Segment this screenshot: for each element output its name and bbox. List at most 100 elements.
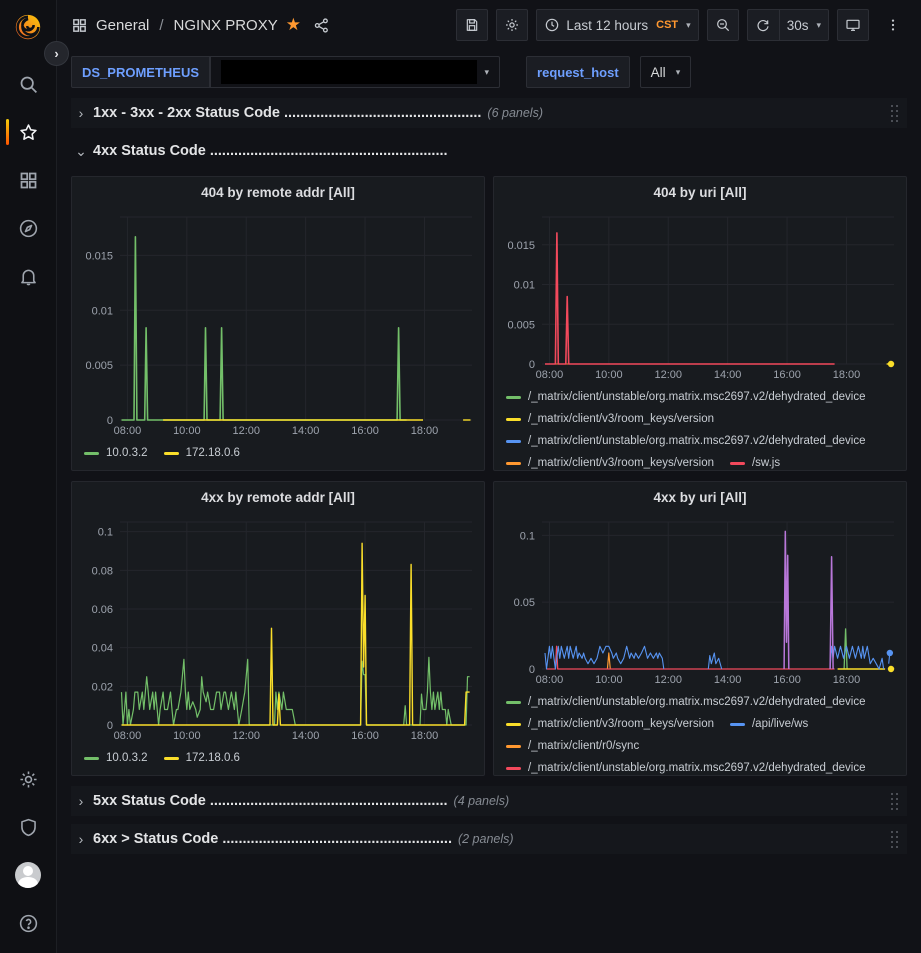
share-icon[interactable] xyxy=(313,17,330,34)
gear-icon xyxy=(504,17,520,33)
sidebar-item-help[interactable] xyxy=(0,899,56,947)
panel-legend: /_matrix/client/unstable/org.matrix.msc2… xyxy=(494,687,906,775)
breadcrumb-dashboard-title[interactable]: NGINX PROXY xyxy=(174,17,278,34)
panel-title[interactable]: 404 by remote addr [All] xyxy=(72,177,484,207)
legend-item[interactable]: /_matrix/client/unstable/org.matrix.msc2… xyxy=(506,386,866,408)
legend-label: /_matrix/client/unstable/org.matrix.msc2… xyxy=(528,696,866,708)
legend-item[interactable]: /_matrix/client/unstable/org.matrix.msc2… xyxy=(506,757,866,775)
svg-text:08:00: 08:00 xyxy=(536,674,564,686)
panel-title[interactable]: 4xx by uri [All] xyxy=(494,482,906,512)
sidebar-item-search[interactable] xyxy=(0,60,56,108)
panel-4xx-by-uri: 4xx by uri [All] 00.050.108:0010:0012:00… xyxy=(493,481,907,776)
datasource-variable-value-redacted xyxy=(221,60,476,84)
refresh-interval-dropdown[interactable]: 30s ▾ xyxy=(779,9,829,41)
row-drag-handle[interactable] xyxy=(890,792,899,811)
request-host-variable-label: request_host xyxy=(526,56,630,88)
variable-datasource: DS_PROMETHEUS ▾ xyxy=(71,56,500,88)
more-options-button[interactable] xyxy=(877,9,909,41)
chevron-down-icon: ▾ xyxy=(485,67,490,78)
row-title: 4xx Status Code ........................… xyxy=(93,143,448,159)
svg-text:16:00: 16:00 xyxy=(773,369,801,381)
monitor-icon xyxy=(845,17,861,33)
grafana-app: › xyxy=(0,0,921,953)
sidebar-item-dashboards[interactable] xyxy=(0,156,56,204)
timeseries-chart[interactable]: 00.0050.010.01508:0010:0012:0014:0016:00… xyxy=(500,209,900,382)
legend-item[interactable]: /_matrix/client/v3/room_keys/version xyxy=(506,408,714,430)
grafana-logo-icon[interactable] xyxy=(13,12,43,42)
refresh-button[interactable] xyxy=(747,9,779,41)
svg-text:18:00: 18:00 xyxy=(833,369,861,381)
svg-text:10:00: 10:00 xyxy=(173,730,201,742)
legend-item[interactable]: /_matrix/client/r0/sync xyxy=(506,735,639,757)
submenu-variables: DS_PROMETHEUS ▾ request_host All ▾ xyxy=(57,50,921,98)
panel-chart-area[interactable]: 00.020.040.060.080.108:0010:0012:0014:00… xyxy=(78,514,478,743)
timeseries-chart[interactable]: 00.0050.010.01508:0010:0012:0014:0016:00… xyxy=(78,209,478,438)
zoom-out-time-button[interactable] xyxy=(707,9,739,41)
panel-title[interactable]: 4xx by remote addr [All] xyxy=(72,482,484,512)
row-title: 5xx Status Code ........................… xyxy=(93,793,448,809)
panel-title[interactable]: 404 by uri [All] xyxy=(494,177,906,207)
panel-chart-area[interactable]: 00.0050.010.01508:0010:0012:0014:0016:00… xyxy=(78,209,478,438)
svg-text:0: 0 xyxy=(529,359,535,371)
legend-swatch xyxy=(506,440,521,443)
chevron-down-icon: ▾ xyxy=(676,67,681,78)
row-1xx-3xx-2xx[interactable]: › 1xx - 3xx - 2xx Status Code ..........… xyxy=(71,98,907,128)
svg-text:10:00: 10:00 xyxy=(595,369,623,381)
sidebar-expand-button[interactable]: › xyxy=(44,41,69,66)
legend-label: /_matrix/client/v3/room_keys/version xyxy=(528,457,714,469)
timeseries-chart[interactable]: 00.020.040.060.080.108:0010:0012:0014:00… xyxy=(78,514,478,743)
time-range-picker[interactable]: Last 12 hours CST ▾ xyxy=(536,9,698,41)
legend-item[interactable]: 10.0.3.2 xyxy=(84,442,148,464)
legend-item[interactable]: 10.0.3.2 xyxy=(84,747,148,769)
panel-chart-area[interactable]: 00.050.108:0010:0012:0014:0016:0018:00 xyxy=(500,514,900,687)
svg-text:14:00: 14:00 xyxy=(714,369,742,381)
sidebar-item-server-admin[interactable] xyxy=(0,803,56,851)
legend-item[interactable]: /_matrix/client/unstable/org.matrix.msc2… xyxy=(506,691,866,713)
sidebar-item-starred[interactable] xyxy=(0,108,56,156)
request-host-variable-dropdown[interactable]: All ▾ xyxy=(640,56,692,88)
svg-text:08:00: 08:00 xyxy=(114,425,142,437)
legend-item[interactable]: /_matrix/client/v3/room_keys/version xyxy=(506,713,714,735)
main-area: General / NGINX PROXY ★ Last 12 hours xyxy=(57,0,921,953)
bell-icon xyxy=(18,266,39,287)
svg-text:0.005: 0.005 xyxy=(85,360,113,372)
sidebar-item-configuration[interactable] xyxy=(0,755,56,803)
timeseries-chart[interactable]: 00.050.108:0010:0012:0014:0016:0018:00 xyxy=(500,514,900,687)
sidebar-item-profile[interactable] xyxy=(0,851,56,899)
legend-item[interactable]: /_matrix/client/unstable/org.matrix.msc2… xyxy=(506,430,866,452)
row-4xx[interactable]: ⌄ 4xx Status Code ......................… xyxy=(71,136,907,166)
sidebar-item-alerting[interactable] xyxy=(0,252,56,300)
datasource-variable-label: DS_PROMETHEUS xyxy=(71,56,210,88)
legend-item[interactable]: 172.18.0.6 xyxy=(164,442,240,464)
datasource-variable-dropdown[interactable]: ▾ xyxy=(210,56,500,88)
panel-chart-area[interactable]: 00.0050.010.01508:0010:0012:0014:0016:00… xyxy=(500,209,900,382)
chevron-right-icon: › xyxy=(75,105,87,121)
time-range-label: Last 12 hours xyxy=(566,18,648,33)
row-6xx[interactable]: › 6xx > Status Code ....................… xyxy=(71,824,907,854)
dashboard-toolbar: Last 12 hours CST ▾ 30s ▾ xyxy=(456,9,909,41)
legend-swatch xyxy=(506,701,521,704)
legend-label: /_matrix/client/v3/room_keys/version xyxy=(528,718,714,730)
panel-legend: 10.0.3.2 172.18.0.6 xyxy=(72,743,484,775)
legend-item[interactable]: 172.18.0.6 xyxy=(164,747,240,769)
legend-item[interactable]: /api/live/ws xyxy=(730,713,808,735)
breadcrumb-folder[interactable]: General xyxy=(96,17,149,34)
sidebar-item-explore[interactable] xyxy=(0,204,56,252)
svg-text:10:00: 10:00 xyxy=(173,425,201,437)
row-5xx[interactable]: › 5xx Status Code ......................… xyxy=(71,786,907,816)
cycle-view-mode-button[interactable] xyxy=(837,9,869,41)
legend-item[interactable]: /_matrix/client/v3/room_keys/version xyxy=(506,452,714,470)
search-icon xyxy=(18,74,39,95)
favorite-star-icon[interactable]: ★ xyxy=(286,15,301,35)
svg-text:0.05: 0.05 xyxy=(514,597,535,609)
svg-text:0.005: 0.005 xyxy=(507,319,535,331)
chevron-down-icon: ▾ xyxy=(686,20,691,31)
refresh-icon xyxy=(755,17,771,33)
save-dashboard-button[interactable] xyxy=(456,9,488,41)
row-drag-handle[interactable] xyxy=(890,830,899,849)
chevron-down-icon: ⌄ xyxy=(75,143,87,160)
row-drag-handle[interactable] xyxy=(890,104,899,123)
panel-grid-row-2: 4xx by remote addr [All] 00.020.040.060.… xyxy=(71,481,907,776)
dashboard-settings-button[interactable] xyxy=(496,9,528,41)
legend-item[interactable]: /sw.js xyxy=(730,452,780,470)
